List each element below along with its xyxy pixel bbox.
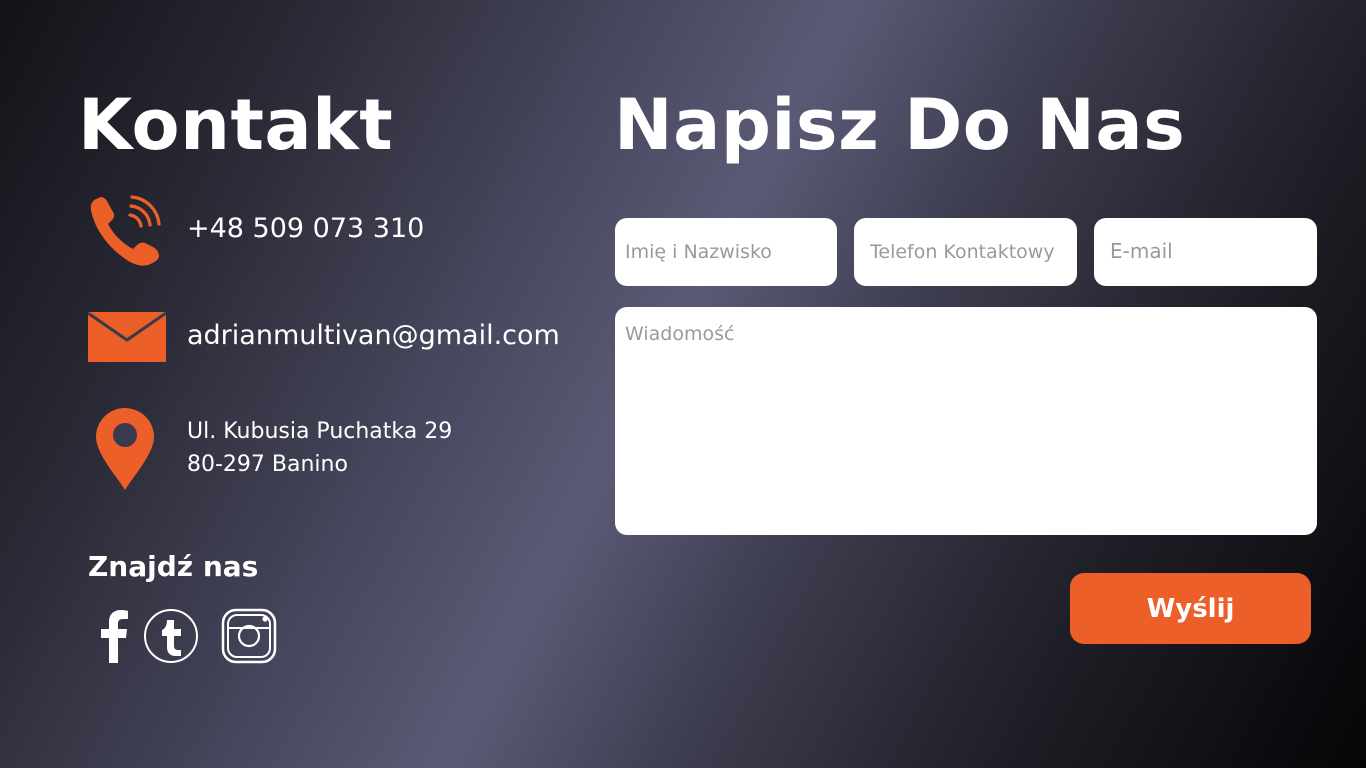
address-city: 80-297 Banino (187, 452, 348, 477)
contact-phone: +48 509 073 310 (187, 213, 425, 244)
email-input[interactable] (1094, 218, 1317, 286)
tumblr-icon[interactable] (143, 608, 199, 664)
map-pin-icon (96, 408, 154, 490)
instagram-icon[interactable] (221, 608, 277, 664)
social-title: Znajdź nas (88, 550, 259, 583)
send-button[interactable]: Wyślij (1070, 573, 1311, 644)
phone-icon (90, 195, 161, 266)
message-textarea[interactable] (615, 307, 1317, 535)
phone-input[interactable] (854, 218, 1077, 286)
address-street: Ul. Kubusia Puchatka 29 (187, 419, 453, 444)
contact-email: adrianmultivan@gmail.com (187, 320, 560, 351)
envelope-icon (88, 312, 166, 362)
form-title: Napisz Do Nas (614, 84, 1186, 166)
name-input[interactable] (615, 218, 837, 286)
facebook-icon[interactable] (86, 608, 142, 664)
contact-title: Kontakt (78, 84, 394, 166)
